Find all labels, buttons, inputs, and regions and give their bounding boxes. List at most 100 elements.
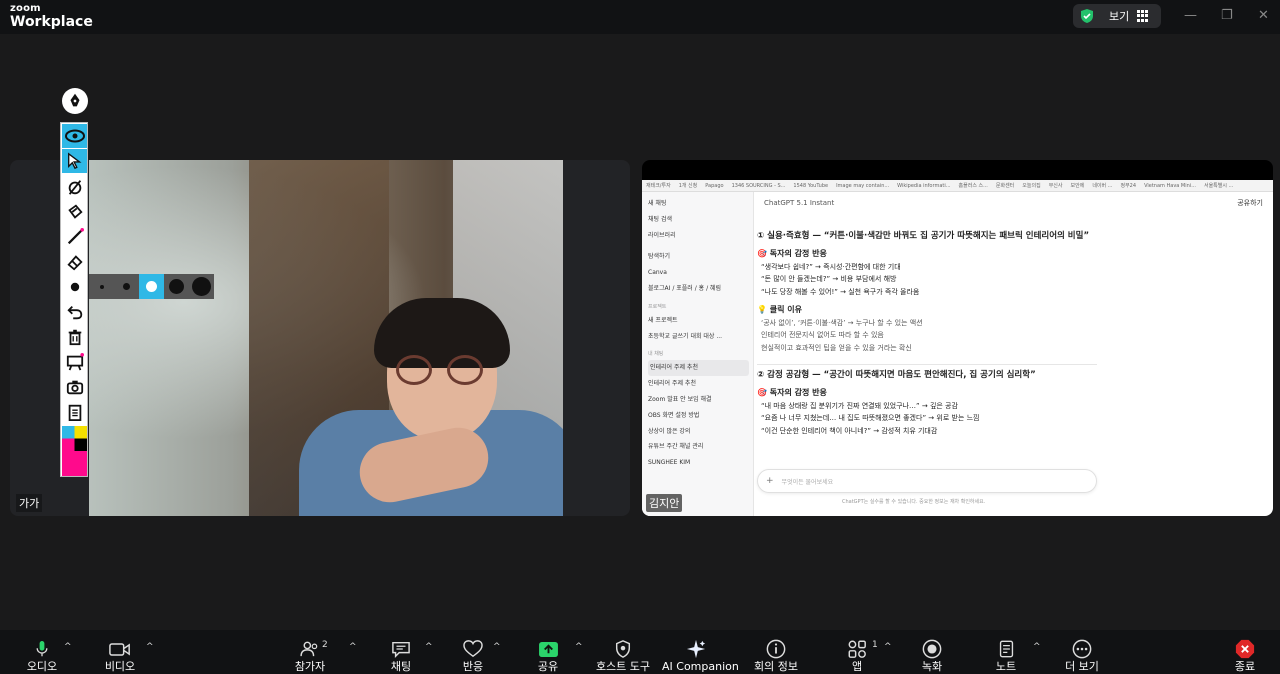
- sidebar-chat-item[interactable]: 유튜브 주간 채널 관리: [648, 439, 753, 455]
- size-option[interactable]: [114, 274, 139, 299]
- bookmark-item[interactable]: 1개 신청: [679, 182, 698, 189]
- size-option[interactable]: [89, 274, 114, 299]
- bookmark-item[interactable]: 1346 SOURCING - S...: [732, 183, 786, 189]
- video-caret-icon[interactable]: ^: [146, 642, 154, 652]
- bookmark-item[interactable]: Papago: [705, 183, 723, 189]
- line-icon[interactable]: [62, 225, 87, 249]
- size-option-selected[interactable]: [139, 274, 164, 299]
- chat-input[interactable]: + 무엇이든 물어보세요: [757, 469, 1097, 493]
- bookmark-item[interactable]: 보안에: [1071, 182, 1085, 189]
- camera-icon[interactable]: [62, 375, 87, 399]
- sidebar-project-item[interactable]: 초등학교 글쓰기 대회 대상 ...: [648, 329, 753, 345]
- chatgpt-sidebar: 새 채팅 채팅 검색 라이브러리 탐색하기 Canva 블로그AI / 포플러 / 홍 …: [642, 192, 754, 516]
- brush-size-picker[interactable]: [89, 274, 214, 299]
- sidebar-chat-item[interactable]: 인테리어 주제 추천: [648, 360, 749, 377]
- eye-icon[interactable]: [62, 124, 87, 148]
- apps-button[interactable]: 앱: [842, 638, 872, 674]
- color-swatch[interactable]: [62, 438, 75, 452]
- chat-button[interactable]: 채팅: [381, 638, 421, 674]
- sidebar-chat-item[interactable]: OBS 화면 설정 방법: [648, 408, 753, 424]
- bookmark-item[interactable]: 1548 YouTube: [793, 183, 828, 189]
- select-arrow-icon[interactable]: [62, 149, 87, 173]
- host-tools-button[interactable]: 호스트 도구: [595, 638, 651, 674]
- eraser-icon[interactable]: [62, 250, 87, 274]
- view-button[interactable]: 보기: [1073, 4, 1161, 28]
- brand-top: zoom: [10, 3, 41, 14]
- bookmark-item[interactable]: 오늘의집: [1022, 182, 1040, 189]
- spotlight-icon[interactable]: [62, 175, 87, 199]
- close-window-icon[interactable]: ✕: [1258, 8, 1269, 23]
- participant-tile-left[interactable]: 가가: [10, 160, 630, 516]
- video-button[interactable]: 비디오: [100, 638, 140, 674]
- more-button[interactable]: 더 보기: [1062, 638, 1102, 674]
- sidebar-item[interactable]: 새 채팅: [648, 196, 753, 212]
- reactions-caret-icon[interactable]: ^: [493, 642, 501, 652]
- color-swatch[interactable]: [74, 438, 88, 452]
- color-swatches[interactable]: [62, 426, 87, 476]
- end-meeting-button[interactable]: 종료: [1230, 638, 1260, 674]
- audio-button[interactable]: 오디오: [22, 638, 62, 674]
- shared-screen-tile[interactable]: 재테크/투자 1개 신청 Papago 1346 SOURCING - S... 154…: [642, 160, 1273, 516]
- apps-caret-icon[interactable]: ^: [884, 642, 892, 652]
- share-screen-button[interactable]: 공유: [528, 638, 568, 674]
- sidebar-item[interactable]: 라이브러리: [648, 228, 753, 244]
- bookmark-item[interactable]: 무신사: [1049, 182, 1063, 189]
- notes-button[interactable]: 노트: [990, 638, 1022, 674]
- share-caret-icon[interactable]: ^: [575, 642, 583, 652]
- size-option[interactable]: [189, 274, 214, 299]
- sidebar-chat-item[interactable]: 상상이 많은 강의: [648, 424, 753, 440]
- info-icon: [752, 638, 800, 660]
- meeting-info-button[interactable]: 회의 정보: [752, 638, 800, 674]
- title-bar: zoom Workplace 보기 — ❐ ✕: [0, 0, 1280, 34]
- video-label: 비디오: [104, 660, 136, 673]
- restore-icon[interactable]: ❐: [1221, 8, 1233, 23]
- sidebar-item[interactable]: 채팅 검색: [648, 212, 753, 228]
- participants-caret-icon[interactable]: ^: [349, 642, 357, 652]
- model-selector[interactable]: ChatGPT 5.1 Instant: [764, 199, 834, 207]
- bookmark-item[interactable]: 홈플러스 스...: [959, 182, 988, 189]
- record-button[interactable]: 녹화: [914, 638, 950, 674]
- share-button[interactable]: 공유하기: [1237, 198, 1263, 208]
- sidebar-project-item[interactable]: 새 프로젝트: [648, 313, 753, 329]
- ai-companion-button[interactable]: AI Companion: [662, 638, 739, 674]
- color-swatch[interactable]: [62, 451, 87, 476]
- bookmark-item[interactable]: 서울특별시 ...: [1204, 182, 1233, 189]
- audio-caret-icon[interactable]: ^: [64, 642, 72, 652]
- clipboard-icon[interactable]: [62, 400, 87, 424]
- size-option[interactable]: [164, 274, 189, 299]
- bookmark-item[interactable]: 정부24: [1120, 182, 1136, 189]
- chat-response: ① 실용·즉효형 — “커튼·이불·색감만 바꿔도 집 공기가 따뜻해지는 패브…: [757, 228, 1097, 437]
- sidebar-item[interactable]: 블로그AI / 포플러 / 홍 / 혜림: [648, 281, 753, 297]
- bookmark-item[interactable]: 네이버 ...: [1092, 182, 1112, 189]
- section-subheading: 💡 클릭 이유: [757, 305, 802, 314]
- undo-icon[interactable]: [62, 300, 87, 324]
- sidebar-chat-item[interactable]: 인테리어 주제 추천: [648, 376, 753, 392]
- pen-icon[interactable]: [62, 88, 88, 114]
- bookmark-item[interactable]: Image may contain...: [836, 183, 889, 189]
- chat-input-placeholder: 무엇이든 물어보세요: [781, 478, 834, 486]
- bookmark-item[interactable]: 재테크/투자: [646, 182, 671, 189]
- brush-size-icon[interactable]: [62, 275, 87, 299]
- bookmark-item[interactable]: Vietnam Hava Mini...: [1144, 183, 1196, 189]
- reactions-button[interactable]: 반응: [453, 638, 493, 674]
- participant-name-right: 김지안: [646, 494, 683, 512]
- stamp-icon[interactable]: [62, 200, 87, 224]
- sidebar-chat-item[interactable]: SUNGHEE KIM: [648, 455, 753, 471]
- sidebar-item[interactable]: Canva: [648, 265, 753, 281]
- section-title: ② 감정 공감형 — “공간이 따뜻해지면 마음도 편안해진다, 집 공기의 심…: [757, 370, 1036, 380]
- chat-caret-icon[interactable]: ^: [425, 642, 433, 652]
- bookmark-item[interactable]: 문화센터: [996, 182, 1014, 189]
- notes-caret-icon[interactable]: ^: [1033, 642, 1041, 652]
- sidebar-item[interactable]: 탐색하기: [648, 249, 753, 265]
- color-swatch[interactable]: [62, 426, 75, 439]
- sidebar-chat-item[interactable]: Zoom 발표 안 보임 해결: [648, 392, 753, 408]
- whiteboard-icon[interactable]: [62, 350, 87, 374]
- section-title: ① 실용·즉효형 — “커튼·이불·색감만 바꿔도 집 공기가 따뜻해지는 패브…: [757, 231, 1090, 241]
- annotation-toolbar: [60, 122, 88, 477]
- grid-icon: [1137, 10, 1149, 22]
- bookmark-item[interactable]: Wikipedia informati...: [897, 183, 950, 189]
- minimize-icon[interactable]: —: [1184, 8, 1197, 23]
- color-swatch[interactable]: [74, 426, 88, 439]
- notes-label: 노트: [995, 660, 1017, 673]
- trash-icon[interactable]: [62, 325, 87, 349]
